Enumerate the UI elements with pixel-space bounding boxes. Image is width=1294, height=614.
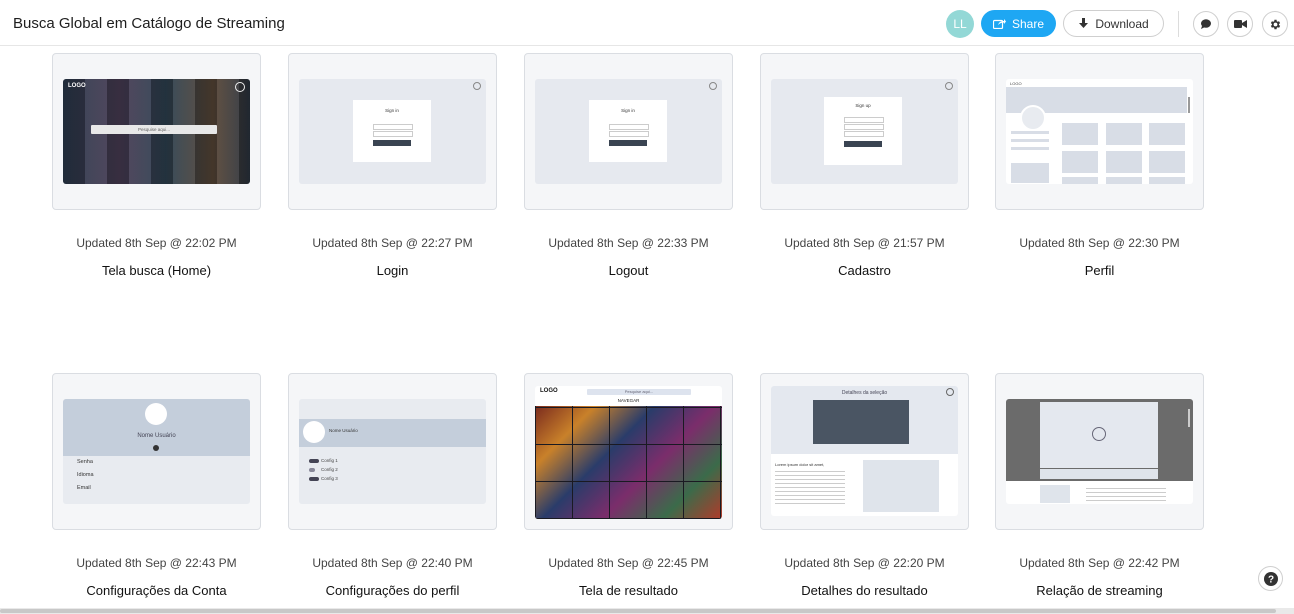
top-bar: Busca Global em Catálogo de Streaming LL… (0, 0, 1294, 46)
screen-thumbnail: Nome Usuário Config 1 Config 2 Config 3 (299, 399, 486, 504)
screen-frame[interactable]: Sign in (524, 53, 733, 210)
download-icon (1079, 17, 1089, 28)
thumb-field: Email (77, 485, 91, 491)
updated-timestamp: Updated 8th Sep @ 22:20 PM (784, 556, 945, 570)
screen-name[interactable]: Logout (524, 263, 733, 278)
thumb-search: Pesquise aqui... (587, 389, 691, 395)
gear-icon (1270, 19, 1280, 29)
user-icon (945, 82, 953, 90)
video-icon (1233, 20, 1247, 28)
thumb-field: Config 3 (321, 476, 338, 481)
screen-frame[interactable]: LOGO Pesquise aqui... (52, 53, 261, 210)
help-icon: ? (1263, 571, 1278, 586)
modal: Sign up (824, 97, 902, 165)
settings-button[interactable] (1262, 11, 1288, 37)
thumb-subtitle: Lorem ipsum dolor sit amet, (775, 462, 825, 467)
modal-title: Sign in (385, 108, 399, 113)
comment-icon (1201, 19, 1211, 29)
scrollbar-thumb[interactable] (0, 609, 1276, 613)
user-icon (946, 388, 954, 396)
modal-title: Sign up (855, 103, 871, 108)
share-button[interactable]: Share (981, 10, 1056, 37)
user-icon (235, 82, 245, 92)
screen-thumbnail: LOGO Pesquise aqui... NAVEGAR (535, 386, 722, 519)
divider (1178, 11, 1179, 37)
thumb-username: Nome Usuário (137, 433, 176, 439)
thumb-logo: LOGO (68, 83, 86, 89)
screen-thumbnail: LOGO (1006, 79, 1193, 184)
svg-text:?: ? (1267, 574, 1273, 585)
comments-button[interactable] (1193, 11, 1219, 37)
updated-timestamp: Updated 8th Sep @ 22:02 PM (76, 236, 237, 250)
download-label: Download (1095, 16, 1149, 31)
share-icon (992, 19, 1006, 29)
screen-name[interactable]: Login (288, 263, 497, 278)
screen-thumbnail (1006, 399, 1193, 504)
user-icon (473, 82, 481, 90)
screen-thumbnail: Nome Usuário Senha Idioma Email (63, 399, 250, 504)
thumb-field: Idioma (77, 472, 94, 478)
screen-thumbnail: Detalhes da seleção Lorem ipsum dolor si… (771, 386, 958, 516)
updated-timestamp: Updated 8th Sep @ 22:33 PM (548, 236, 709, 250)
screen-name[interactable]: Tela de resultado (524, 583, 733, 598)
screen-frame[interactable]: Sign in (288, 53, 497, 210)
screen-name[interactable]: Configurações da Conta (52, 583, 261, 598)
screen-thumbnail: Sign in (299, 79, 486, 184)
screen-name[interactable]: Relação de streaming (995, 583, 1204, 598)
modal: Sign in (589, 100, 667, 162)
screen-name[interactable]: Tela busca (Home) (52, 263, 261, 278)
screen-frame[interactable]: Sign up (760, 53, 969, 210)
modal: Sign in (353, 100, 431, 162)
thumb-field: Config 2 (321, 467, 338, 472)
avatar[interactable]: LL (946, 10, 974, 38)
download-button[interactable]: Download (1063, 10, 1164, 37)
thumb-field: Senha (77, 459, 93, 465)
screen-thumbnail: LOGO Pesquise aqui... (63, 79, 250, 184)
thumb-nav: NAVEGAR (617, 398, 640, 403)
thumb-field: Config 1 (321, 458, 338, 463)
updated-timestamp: Updated 8th Sep @ 22:30 PM (1019, 236, 1180, 250)
thumb-logo: LOGO (540, 388, 558, 394)
screen-frame[interactable]: LOGO (995, 53, 1204, 210)
screen-frame[interactable] (995, 373, 1204, 530)
updated-timestamp: Updated 8th Sep @ 22:40 PM (312, 556, 473, 570)
updated-timestamp: Updated 8th Sep @ 22:43 PM (76, 556, 237, 570)
screen-thumbnail: Sign in (535, 79, 722, 184)
updated-timestamp: Updated 8th Sep @ 22:45 PM (548, 556, 709, 570)
updated-timestamp: Updated 8th Sep @ 22:27 PM (312, 236, 473, 250)
screen-thumbnail: Sign up (771, 79, 958, 184)
thumb-title: Detalhes da seleção (841, 390, 888, 396)
screen-frame[interactable]: Detalhes da seleção Lorem ipsum dolor si… (760, 373, 969, 530)
screen-frame[interactable]: LOGO Pesquise aqui... NAVEGAR (524, 373, 733, 530)
thumb-logo: LOGO (1010, 81, 1022, 86)
updated-timestamp: Updated 8th Sep @ 21:57 PM (784, 236, 945, 250)
thumb-search: Pesquise aqui... (91, 125, 217, 134)
page-title: Busca Global em Catálogo de Streaming (13, 15, 285, 32)
screen-name[interactable]: Perfil (995, 263, 1204, 278)
screen-frame[interactable]: Nome Usuário Senha Idioma Email (52, 373, 261, 530)
thumb-username: Nome Usuário (329, 428, 358, 433)
video-button[interactable] (1227, 11, 1253, 37)
screen-name[interactable]: Cadastro (760, 263, 969, 278)
modal-title: Sign in (621, 108, 635, 113)
help-button[interactable]: ? (1258, 566, 1283, 591)
share-label: Share (1011, 16, 1045, 31)
updated-timestamp: Updated 8th Sep @ 22:42 PM (1019, 556, 1180, 570)
screen-name[interactable]: Detalhes do resultado (760, 583, 969, 598)
screen-name[interactable]: Configurações do perfil (288, 583, 497, 598)
screen-frame[interactable]: Nome Usuário Config 1 Config 2 Config 3 (288, 373, 497, 530)
user-icon (709, 82, 717, 90)
